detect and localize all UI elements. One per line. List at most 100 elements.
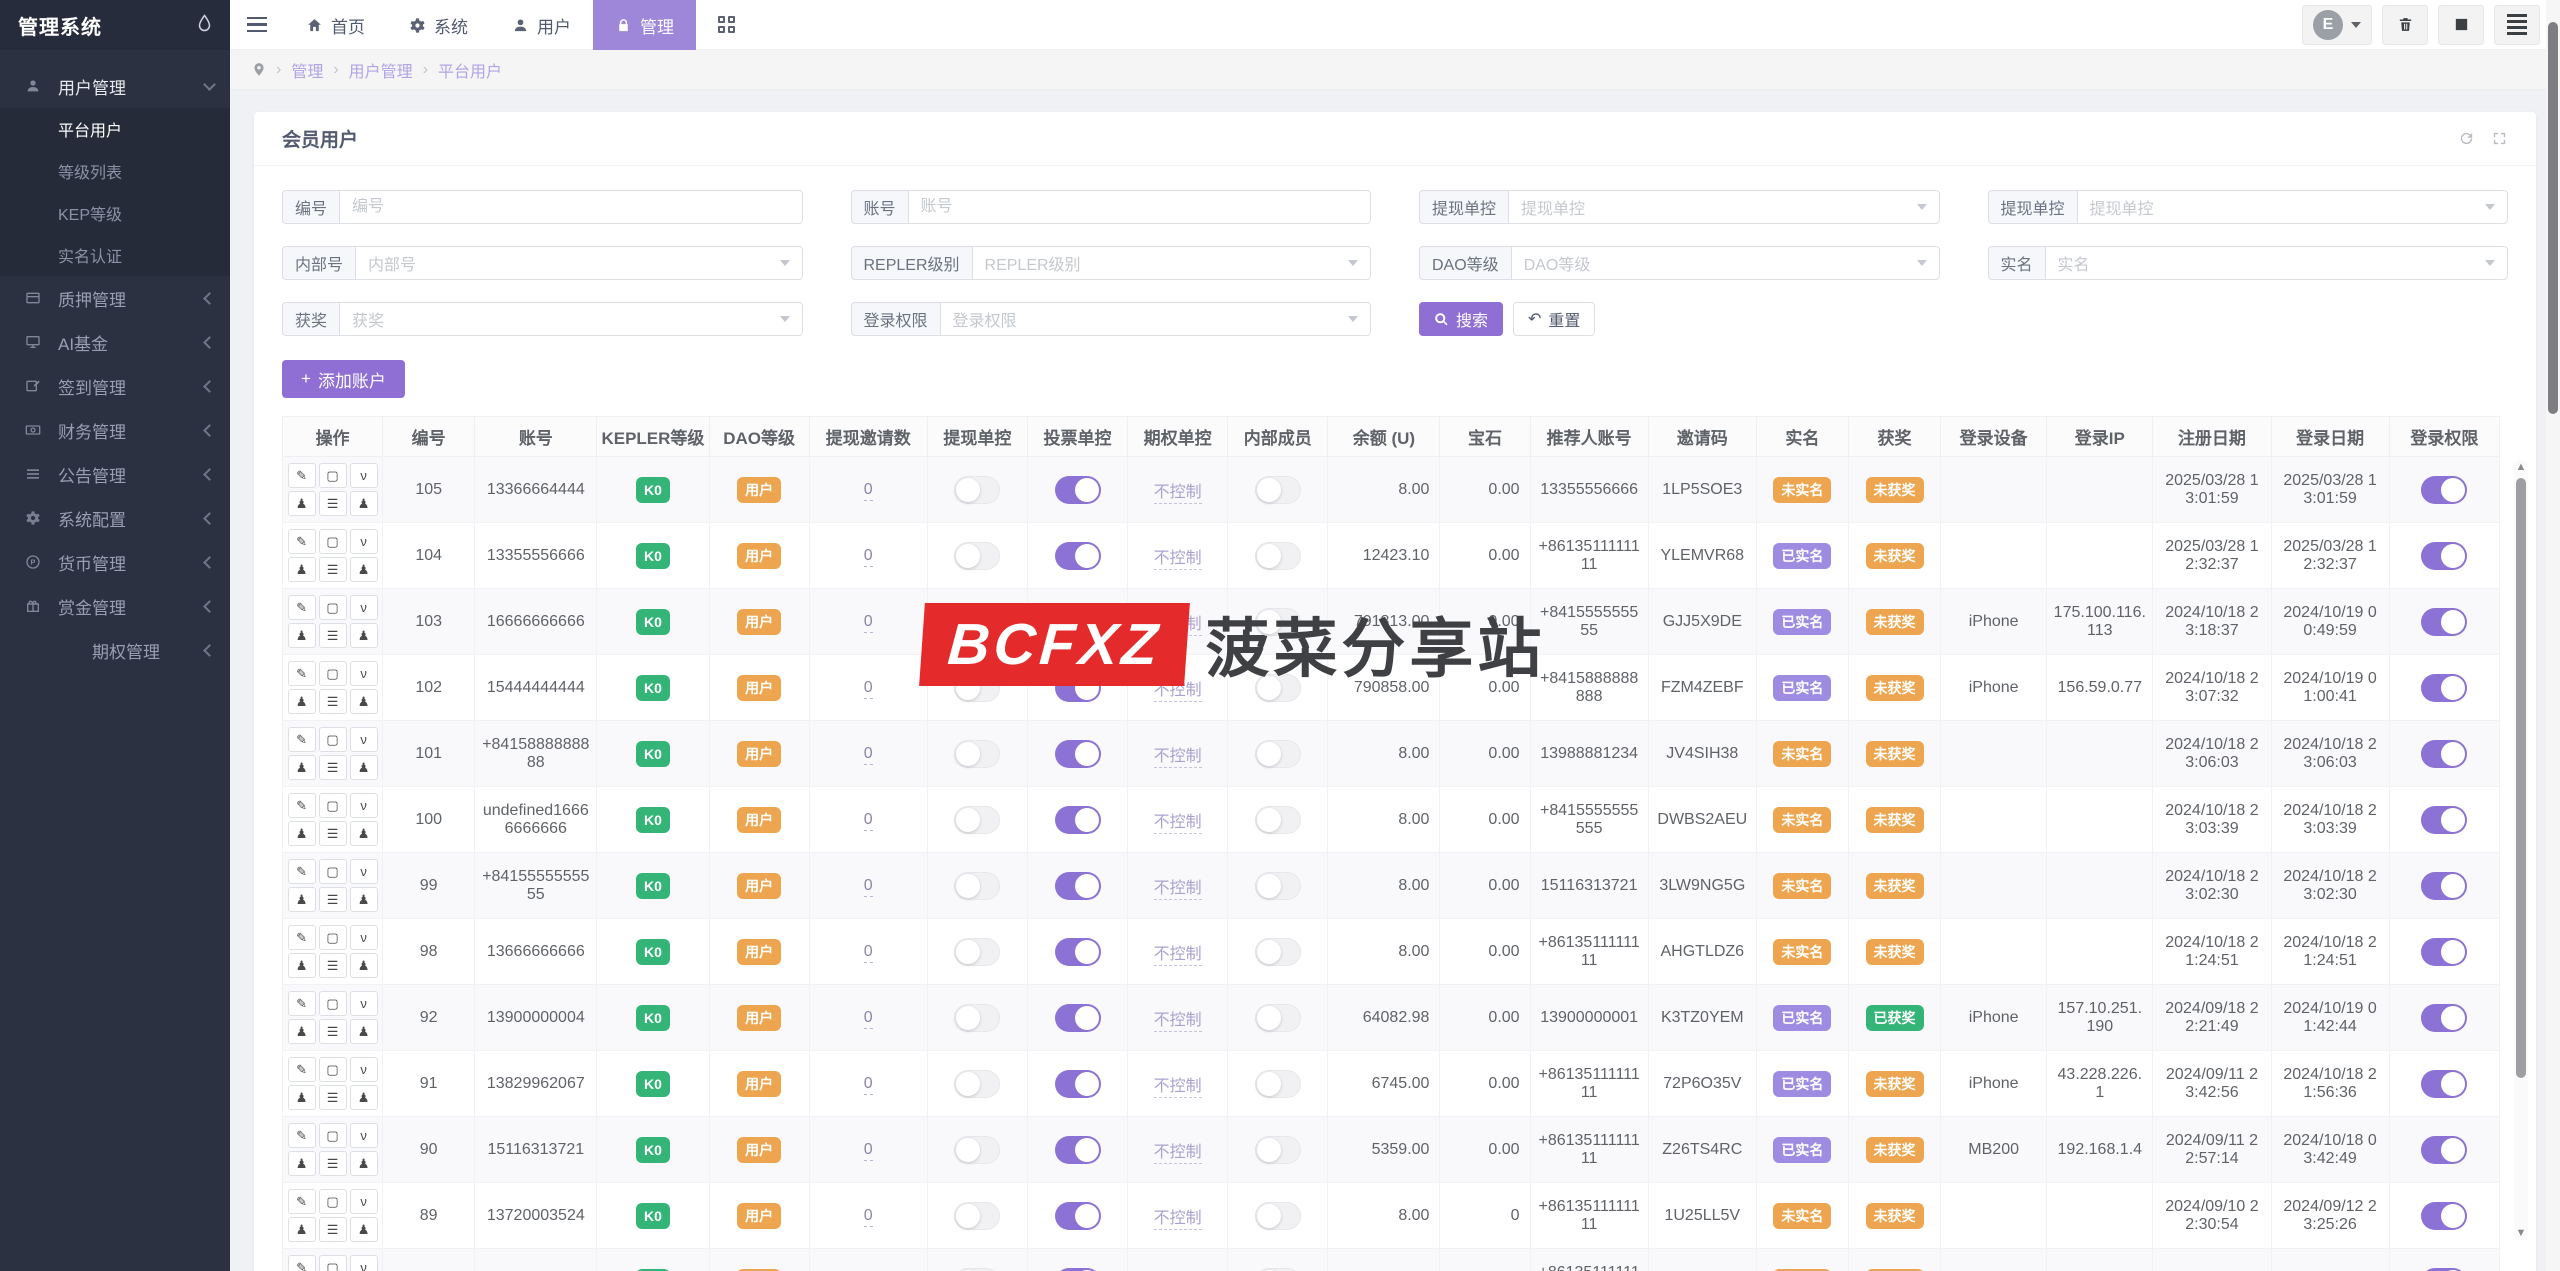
layers-button[interactable]: ☰ [319,755,347,780]
breadcrumb-link[interactable]: 平台用户 [438,58,502,82]
window-button[interactable]: ▢ [319,661,347,686]
toggle-off[interactable] [1255,938,1301,966]
filter-select-2[interactable]: 提现单控 [1508,190,1939,224]
toggle-on[interactable] [2421,740,2467,768]
sidebar-item-1[interactable]: 质押管理 [0,276,230,320]
sidebar-item-4[interactable]: 财务管理 [0,408,230,452]
team-button[interactable]: ♟ [288,1085,316,1110]
team-alt-button[interactable]: ♟ [350,1151,378,1176]
apps-grid-icon[interactable] [696,0,757,50]
option-control-link[interactable]: 不控制 [1154,1144,1202,1164]
scroll-thumb[interactable] [2516,478,2526,1078]
verify-button[interactable]: ν [350,1123,378,1148]
verify-button[interactable]: ν [350,1057,378,1082]
menu-list-button[interactable] [2494,5,2540,45]
toggle-off[interactable] [1255,872,1301,900]
verify-button[interactable]: ν [350,463,378,488]
invites-link[interactable]: 0 [864,877,873,897]
toggle-off[interactable] [1255,1004,1301,1032]
verify-button[interactable]: ν [350,859,378,884]
toggle-off[interactable] [954,1202,1000,1230]
toggle-on[interactable] [2421,938,2467,966]
invites-link[interactable]: 0 [864,943,873,963]
option-control-link[interactable]: 不控制 [1154,1210,1202,1230]
team-button[interactable]: ♟ [288,1217,316,1242]
sidebar-item-0[interactable]: 用户管理 [0,64,230,108]
filter-input-0[interactable] [352,198,789,216]
verify-button[interactable]: ν [350,793,378,818]
toggle-on[interactable] [2421,1004,2467,1032]
team-button[interactable]: ♟ [288,887,316,912]
team-button[interactable]: ♟ [288,1151,316,1176]
invites-link[interactable]: 0 [864,745,873,765]
toggle-off[interactable] [954,806,1000,834]
breadcrumb-link[interactable]: 用户管理 [349,58,413,82]
sidebar-item-8[interactable]: 赏金管理 [0,584,230,628]
invites-link[interactable]: 0 [864,547,873,567]
toggle-off[interactable] [1255,608,1301,636]
edit-button[interactable]: ✎ [288,727,316,752]
table-scrollbar[interactable]: ▲ ▼ [2514,460,2528,1240]
team-button[interactable]: ♟ [288,557,316,582]
layers-button[interactable]: ☰ [319,557,347,582]
option-control-link[interactable]: 不控制 [1154,946,1202,966]
toggle-on[interactable] [1055,1070,1101,1098]
filter-select-4[interactable]: 内部号 [355,246,802,280]
expand-icon[interactable] [2491,130,2508,147]
sidebar-subitem[interactable]: 平台用户 [0,108,230,150]
window-button[interactable]: ▢ [319,1123,347,1148]
filter-select-7[interactable]: 实名 [2045,246,2508,280]
user-avatar-button[interactable]: E [2302,5,2372,45]
edit-button[interactable]: ✎ [288,1123,316,1148]
window-button[interactable]: ▢ [319,463,347,488]
nav-tab-首页[interactable]: 首页 [284,0,387,50]
window-button[interactable]: ▢ [319,727,347,752]
layers-button[interactable]: ☰ [319,887,347,912]
verify-button[interactable]: ν [350,661,378,686]
verify-button[interactable]: ν [350,991,378,1016]
edit-button[interactable]: ✎ [288,463,316,488]
edit-button[interactable]: ✎ [288,1255,316,1271]
reset-button[interactable]: ↶重置 [1513,302,1595,336]
edit-button[interactable]: ✎ [288,991,316,1016]
window-button[interactable]: ▢ [319,859,347,884]
toggle-off[interactable] [1255,1202,1301,1230]
toggle-on[interactable] [2421,608,2467,636]
invites-link[interactable]: 0 [864,613,873,633]
verify-button[interactable]: ν [350,925,378,950]
team-alt-button[interactable]: ♟ [350,1085,378,1110]
page-scrollbar[interactable] [2546,0,2560,1271]
invites-link[interactable]: 0 [864,1207,873,1227]
toggle-on[interactable] [1055,476,1101,504]
toggle-off[interactable] [954,542,1000,570]
toggle-on[interactable] [2421,1202,2467,1230]
sidebar-item-2[interactable]: AI基金 [0,320,230,364]
toggle-on[interactable] [1055,1202,1101,1230]
search-button[interactable]: 搜索 [1419,302,1503,336]
nav-tab-管理[interactable]: 管理 [593,0,696,50]
team-alt-button[interactable]: ♟ [350,689,378,714]
invites-link[interactable]: 0 [864,1141,873,1161]
window-button[interactable]: ▢ [319,925,347,950]
filter-select-3[interactable]: 提现单控 [2077,190,2508,224]
window-button[interactable]: ▢ [319,529,347,554]
filter-select-6[interactable]: DAO等级 [1511,246,1940,280]
toggle-off[interactable] [1255,476,1301,504]
sidebar-item-6[interactable]: 系统配置 [0,496,230,540]
page-scroll-thumb[interactable] [2548,22,2558,414]
sidebar-item-7[interactable]: P货币管理 [0,540,230,584]
toggle-on[interactable] [1055,1268,1101,1271]
verify-button[interactable]: ν [350,1189,378,1214]
toggle-off[interactable] [954,1070,1000,1098]
layers-button[interactable]: ☰ [319,953,347,978]
team-alt-button[interactable]: ♟ [350,557,378,582]
filter-input-1[interactable] [921,198,1358,216]
toggle-off[interactable] [954,938,1000,966]
sidebar-item-5[interactable]: 公告管理 [0,452,230,496]
toggle-on[interactable] [1055,872,1101,900]
nav-tab-用户[interactable]: 用户 [490,0,593,50]
filter-select-5[interactable]: REPLER级别 [972,246,1371,280]
toggle-on[interactable] [2421,872,2467,900]
window-button[interactable]: ▢ [319,991,347,1016]
sidebar-item-3[interactable]: 签到管理 [0,364,230,408]
